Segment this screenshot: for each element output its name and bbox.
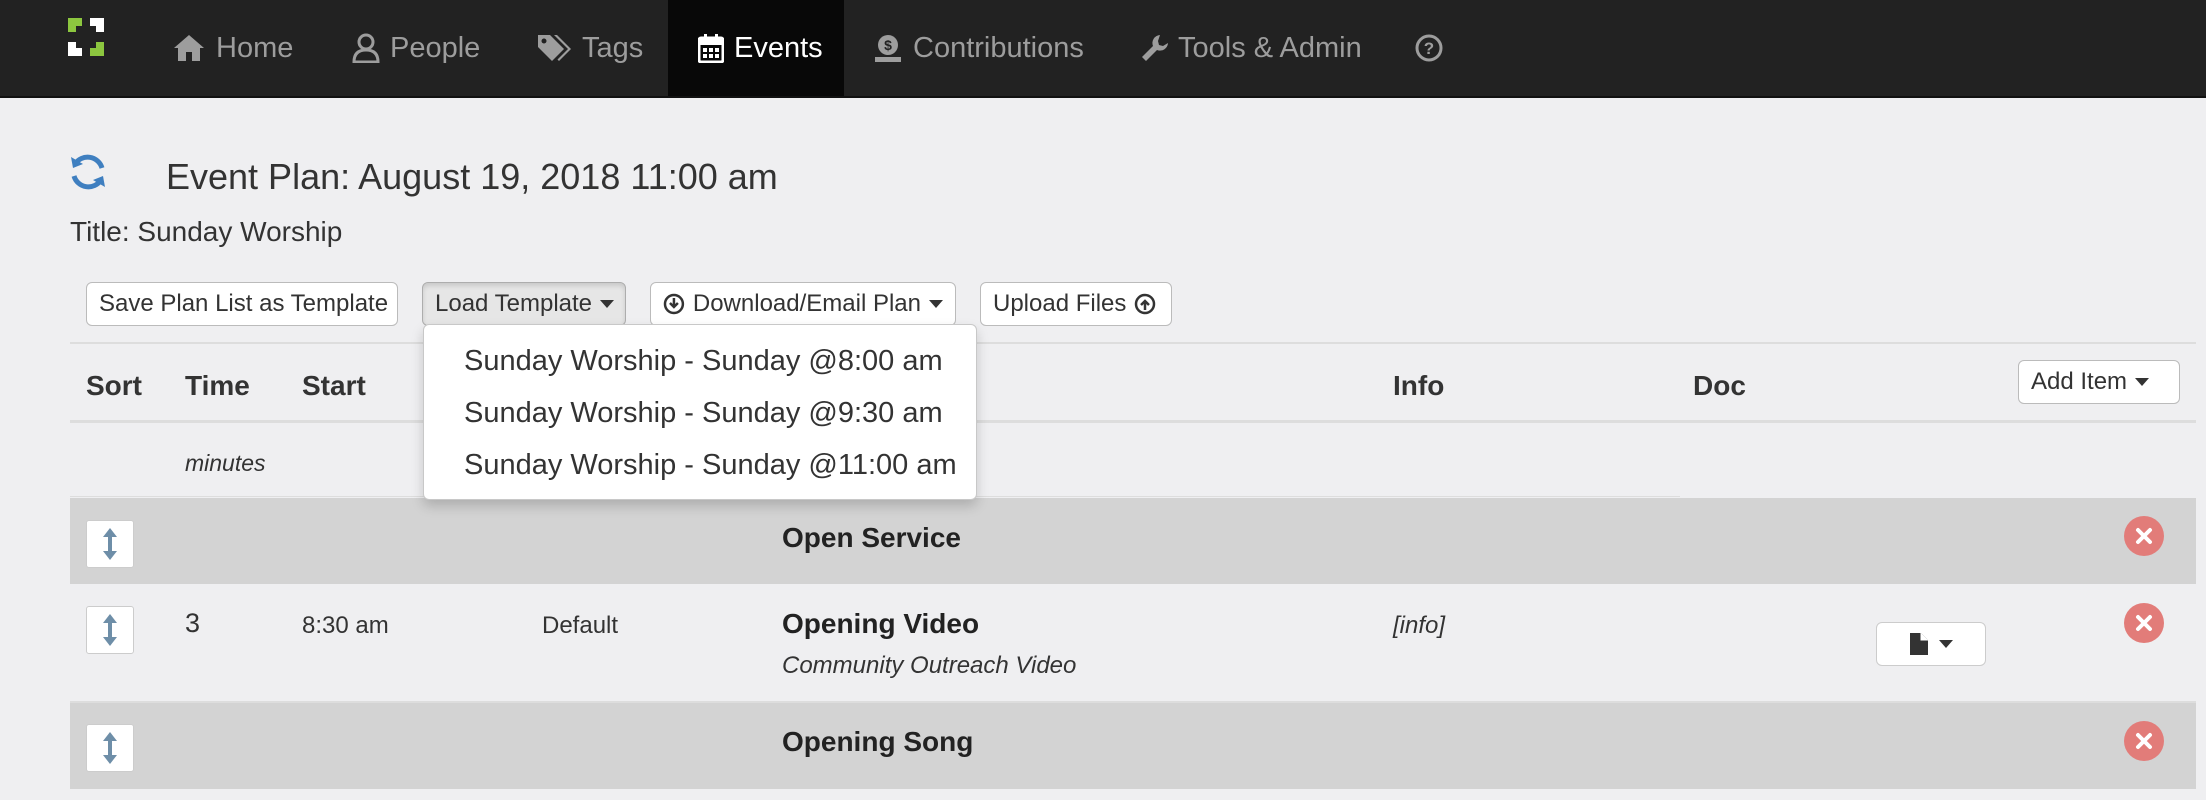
item-description: Community Outreach Video	[782, 652, 1077, 679]
question-circle-icon: ?	[1415, 34, 1443, 62]
nav-tools-admin-label: Tools & Admin	[1178, 31, 1362, 64]
download-email-label: Download/Email Plan	[692, 290, 921, 317]
table-row	[70, 703, 2196, 789]
drag-handle[interactable]	[86, 606, 134, 654]
nav-people[interactable]: People	[352, 0, 480, 96]
add-item-button[interactable]: Add Item	[2018, 360, 2180, 404]
nav-people-label: People	[390, 31, 481, 64]
chevron-down-icon	[600, 300, 615, 308]
item-time: 3	[185, 608, 201, 638]
chevron-down-icon	[1939, 640, 1953, 648]
page-title: Event Plan: August 19, 2018 11:00 am	[166, 156, 778, 197]
item-title: Opening Video	[782, 608, 980, 639]
item-start: 8:30 am	[302, 612, 389, 639]
file-icon	[1910, 633, 1928, 655]
user-icon	[352, 33, 380, 63]
nav-contributions-label: Contributions	[913, 31, 1084, 64]
delete-button[interactable]	[2124, 516, 2164, 556]
nav-contributions[interactable]: $ Contributions	[873, 0, 1084, 96]
nav-events[interactable]: Events	[668, 0, 844, 96]
delete-button[interactable]	[2124, 603, 2164, 643]
upload-files-button[interactable]: Upload Files	[980, 282, 1172, 326]
column-header-sort: Sort	[86, 370, 142, 401]
table-header-divider	[70, 420, 2196, 423]
close-icon	[2136, 733, 2152, 749]
svg-text:?: ?	[1424, 39, 1434, 58]
tags-icon	[538, 35, 571, 61]
sort-vertical-icon	[103, 528, 117, 560]
item-category: Default	[542, 612, 619, 639]
download-email-plan-button[interactable]: Download/Email Plan	[650, 282, 956, 326]
menu-item-template[interactable]: Sunday Worship - Sunday @8:00 am	[424, 335, 976, 387]
money-bag-icon: $	[875, 35, 901, 62]
table-top-border	[70, 342, 2196, 344]
nav-events-label: Events	[734, 31, 823, 64]
column-header-doc: Doc	[1693, 370, 1746, 401]
menu-item-template[interactable]: Sunday Worship - Sunday @9:30 am	[424, 387, 976, 439]
chevron-down-icon	[2135, 378, 2150, 386]
nav-tags[interactable]: Tags	[536, 0, 643, 96]
nav-tools-admin[interactable]: Tools & Admin	[1140, 0, 1362, 96]
item-info-link[interactable]: [info]	[1393, 612, 1445, 640]
sort-vertical-icon	[103, 614, 117, 646]
calendar-icon	[698, 34, 724, 63]
section-title: Open Service	[782, 522, 961, 553]
save-template-label: Save Plan List as Template	[99, 290, 389, 317]
svg-text:$: $	[884, 37, 892, 53]
column-header-info: Info	[1393, 370, 1445, 401]
column-header-start: Start	[302, 370, 366, 401]
nav-help[interactable]: ?	[1414, 0, 1444, 96]
wrench-icon	[1142, 35, 1168, 61]
nav-home[interactable]: Home	[172, 0, 293, 96]
event-title: Title: Sunday Worship	[70, 216, 343, 247]
load-template-label: Load Template	[435, 290, 593, 317]
menu-item-template[interactable]: Sunday Worship - Sunday @11:00 am	[424, 439, 976, 491]
close-icon	[2136, 615, 2152, 631]
section-title: Opening Song	[782, 726, 974, 757]
document-menu-button[interactable]	[1876, 622, 1986, 666]
time-unit-label: minutes	[185, 450, 266, 476]
top-navbar: Home People Tags Events $ Contributions …	[0, 0, 2206, 98]
delete-button[interactable]	[2124, 721, 2164, 761]
app-logo[interactable]	[64, 14, 108, 60]
close-icon	[2136, 528, 2152, 544]
drag-handle[interactable]	[86, 520, 134, 568]
save-template-button[interactable]: Save Plan List as Template	[86, 282, 398, 326]
refresh-icon[interactable]	[68, 152, 108, 192]
sort-vertical-icon	[103, 732, 117, 764]
load-template-button[interactable]: Load Template	[422, 282, 626, 326]
home-icon	[174, 35, 204, 61]
column-header-time: Time	[185, 370, 250, 401]
upload-files-label: Upload Files	[993, 290, 1127, 317]
load-template-menu: Sunday Worship - Sunday @8:00 am Sunday …	[423, 324, 977, 500]
chevron-down-icon	[929, 300, 943, 308]
add-item-label: Add Item	[2031, 368, 2128, 395]
nav-home-label: Home	[216, 31, 294, 64]
upload-circle-icon	[1135, 293, 1156, 315]
download-circle-icon	[663, 293, 685, 315]
nav-tags-label: Tags	[582, 31, 644, 64]
table-row	[70, 498, 2196, 584]
drag-handle[interactable]	[86, 724, 134, 772]
